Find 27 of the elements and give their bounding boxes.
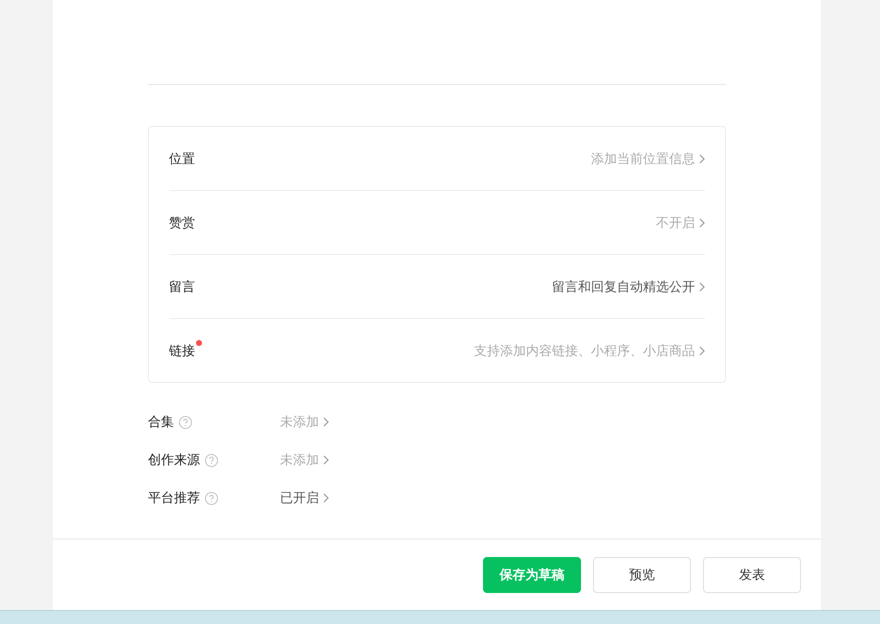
option-value-link[interactable]: 未添加 [280,413,319,431]
setting-value-link[interactable]: 支持添加内容链接、小程序、小店商品 [474,342,695,360]
help-icon [205,492,218,504]
chevron-right-icon [699,154,705,164]
action-button[interactable]: 发表 [703,557,801,593]
option-value-link[interactable]: 未添加 [280,451,319,469]
setting-value-link[interactable]: 添加当前位置信息 [591,150,695,168]
chevron-right-icon [323,417,329,427]
help-icon [179,416,192,428]
action-button[interactable]: 预览 [593,557,691,593]
chevron-right-icon [699,282,705,292]
chevron-right-icon [323,493,329,503]
setting-value-link[interactable]: 留言和回复自动精选公开 [552,278,695,296]
option-label: 创作来源 [148,452,200,469]
setting-label: 链接 [169,342,195,360]
setting-label: 赞赏 [169,214,195,232]
chevron-right-icon [323,455,329,465]
help-icon [205,454,218,466]
setting-value-link[interactable]: 不开启 [656,214,695,232]
setting-label: 留言 [169,278,195,296]
setting-label: 位置 [169,150,195,168]
save-draft-button[interactable]: 保存为草稿 [483,557,581,593]
option-value-link[interactable]: 已开启 [280,489,319,507]
option-label: 合集 [148,414,174,431]
chevron-right-icon [699,218,705,228]
option-label: 平台推荐 [148,490,200,507]
chevron-right-icon [699,346,705,356]
